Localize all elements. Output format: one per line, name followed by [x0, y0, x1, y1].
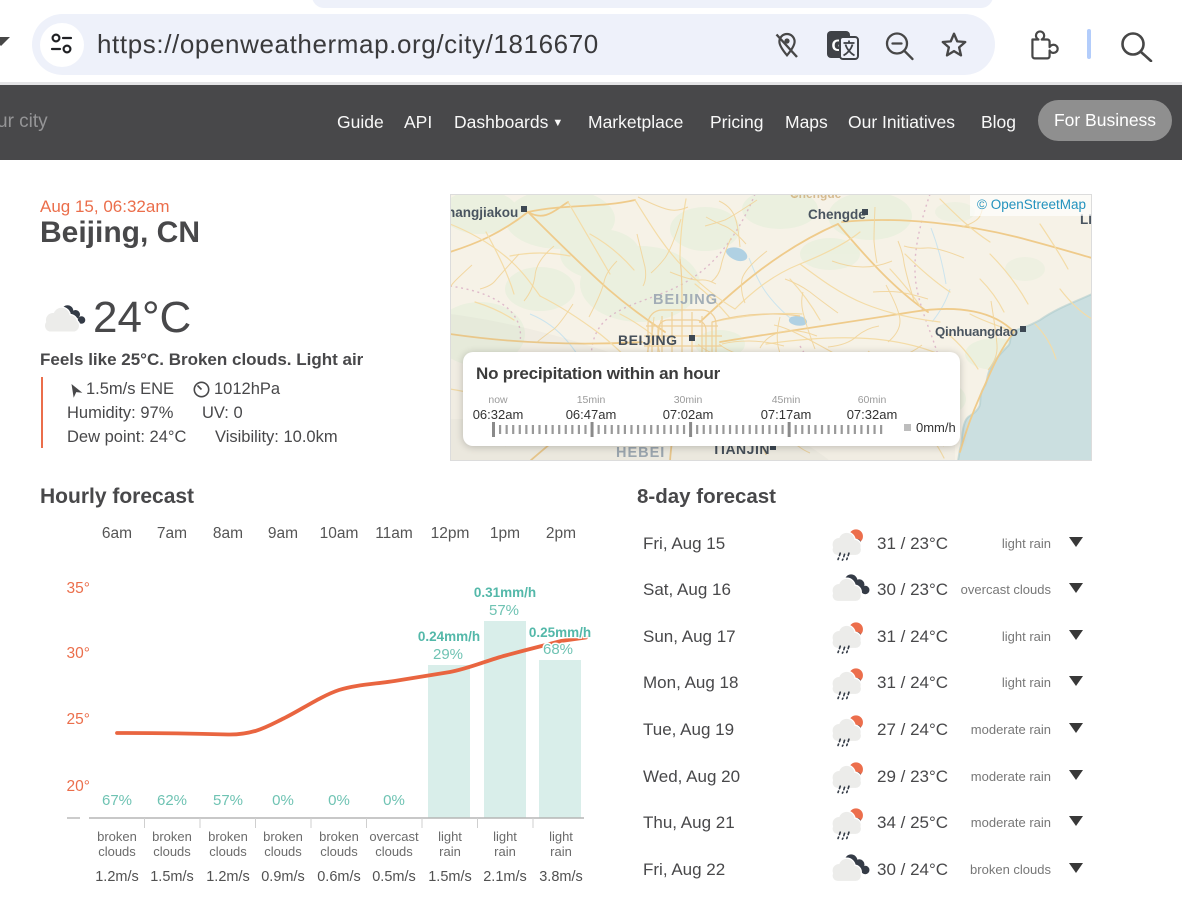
svg-text:BEIJING: BEIJING	[618, 332, 678, 348]
svg-text:29%: 29%	[433, 646, 463, 663]
svg-text:57%: 57%	[489, 602, 519, 619]
svg-text:Chengde: Chengde	[790, 194, 842, 201]
svg-text:0.24mm/h: 0.24mm/h	[418, 629, 480, 644]
svg-text:BEIJING: BEIJING	[653, 292, 718, 308]
svg-text:Chengde: Chengde	[808, 207, 866, 222]
svg-text:© OpenStreetMap: © OpenStreetMap	[977, 197, 1086, 212]
svg-text:68%: 68%	[543, 641, 573, 658]
svg-text:hangjiakou: hangjiakou	[450, 205, 518, 220]
svg-text:Qinhuangdao: Qinhuangdao	[935, 324, 1018, 339]
svg-text:HEBEI: HEBEI	[616, 445, 665, 461]
svg-text:0.31mm/h: 0.31mm/h	[474, 585, 536, 600]
svg-text:0.25mm/h: 0.25mm/h	[529, 625, 591, 640]
